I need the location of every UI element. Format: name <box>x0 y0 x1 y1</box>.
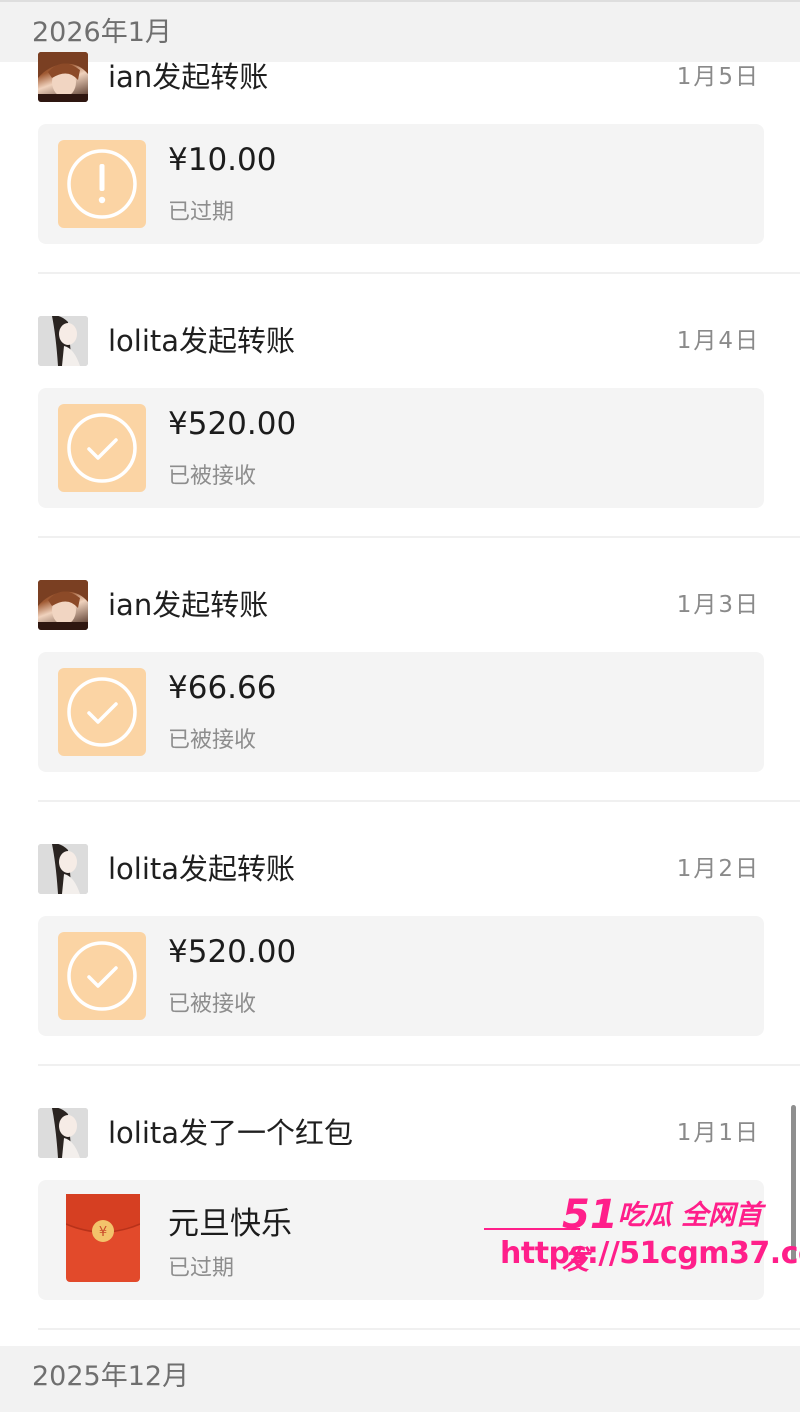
transfer-card[interactable]: ¥520.00 已被接收 <box>38 388 764 508</box>
red-packet-message: 元旦快乐 <box>168 1206 292 1242</box>
checkmark-icon <box>58 932 146 1020</box>
watermark-line <box>484 1228 580 1230</box>
transfer-amount: ¥66.66 <box>168 670 277 706</box>
transfer-record[interactable]: lolita发起转账 1月4日 ¥520.00 已被接收 <box>0 316 800 580</box>
transfer-amount: ¥10.00 <box>168 142 277 178</box>
record-title: lolita发了一个红包 <box>108 1116 354 1150</box>
transfer-record[interactable]: ian发起转账 1月5日 ¥10.00 已过期 <box>0 52 800 316</box>
transfer-status: 已被接收 <box>168 728 257 753</box>
transfer-status: 已过期 <box>168 200 235 225</box>
divider <box>38 1064 800 1066</box>
red-packet-status: 已过期 <box>168 1256 235 1281</box>
exclamation-icon <box>58 140 146 228</box>
record-date: 1月5日 <box>676 64 760 90</box>
svg-text:¥: ¥ <box>99 1225 107 1240</box>
transfer-card[interactable]: ¥520.00 已被接收 <box>38 916 764 1036</box>
avatar[interactable] <box>38 844 88 894</box>
record-title: ian发起转账 <box>108 60 269 94</box>
record-title: ian发起转账 <box>108 588 269 622</box>
transfer-record[interactable]: lolita发起转账 1月2日 ¥520.00 已被接收 <box>0 844 800 1108</box>
divider <box>38 536 800 538</box>
divider <box>38 800 800 802</box>
divider <box>38 272 800 274</box>
divider <box>38 1328 800 1330</box>
checkmark-icon <box>58 404 146 492</box>
red-packet-icon: ¥ <box>65 1194 141 1282</box>
record-date: 1月3日 <box>676 592 760 618</box>
avatar[interactable] <box>38 316 88 366</box>
transfer-card[interactable]: ¥66.66 已被接收 <box>38 652 764 772</box>
record-title: lolita发起转账 <box>108 852 296 886</box>
record-title: lolita发起转账 <box>108 324 296 358</box>
transfer-history-page: 2026年1月 ian发起转账 1月5日 ¥10.00 已过期 lolita发起… <box>0 0 800 1412</box>
avatar[interactable] <box>38 580 88 630</box>
transfer-amount: ¥520.00 <box>168 406 297 442</box>
transfer-amount: ¥520.00 <box>168 934 297 970</box>
record-date: 1月1日 <box>676 1120 760 1146</box>
record-date: 1月2日 <box>676 856 760 882</box>
watermark-url: https://51cgm37.com <box>500 1236 800 1271</box>
month-header: 2025年12月 <box>0 1346 800 1412</box>
watermark: 51吃瓜 全网首发 https://51cgm37.com <box>484 1186 800 1282</box>
record-date: 1月4日 <box>676 328 760 354</box>
checkmark-icon <box>58 668 146 756</box>
avatar[interactable] <box>38 1108 88 1158</box>
transfer-status: 已被接收 <box>168 464 257 489</box>
transfer-card[interactable]: ¥10.00 已过期 <box>38 124 764 244</box>
avatar[interactable] <box>38 52 88 102</box>
watermark-number: 51 <box>562 1192 618 1238</box>
transfer-status: 已被接收 <box>168 992 257 1017</box>
transfer-record[interactable]: ian发起转账 1月3日 ¥66.66 已被接收 <box>0 580 800 844</box>
